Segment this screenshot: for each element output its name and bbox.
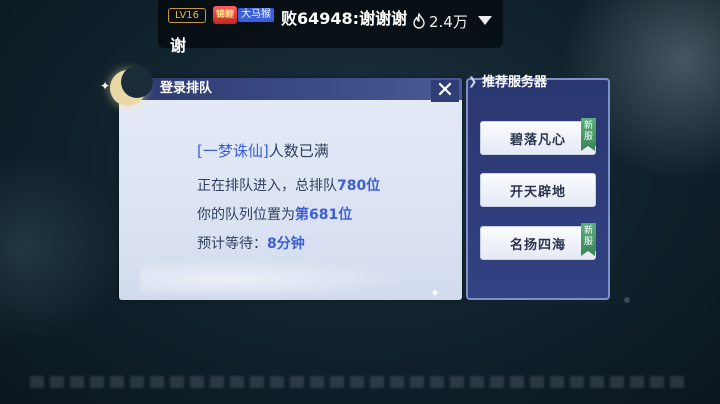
queue-total-count: 780位 <box>337 178 381 194</box>
recommended-title: 推荐服务器 <box>482 75 548 90</box>
server-button-label: 开天辟地 <box>509 184 566 200</box>
cloud-decoration <box>140 255 440 295</box>
close-x-icon: ✕ <box>435 78 455 103</box>
chat-message: 败64948:谢谢谢谢 <box>170 9 408 55</box>
close-button[interactable]: ✕ <box>431 80 459 102</box>
background-glow <box>0 150 120 350</box>
server-full-text: 人数已满 <box>268 142 329 160</box>
crescent-moon-shadow <box>121 66 153 98</box>
blurred-footer-text <box>30 376 690 388</box>
level-badge: LV16 <box>168 8 206 23</box>
new-server-tag: 新服 <box>581 223 596 256</box>
server-status-line: [一梦诛仙]人数已满 <box>197 141 329 161</box>
flame-icon <box>413 13 425 29</box>
chevron-right-icon: ❯ <box>468 75 478 88</box>
queue-wait-line: 预计等待：8分钟 <box>197 234 305 254</box>
background-dot <box>624 297 630 303</box>
queue-wait-value: 8分钟 <box>267 236 305 252</box>
triangle-down-icon[interactable] <box>478 16 492 25</box>
dialog-title: 登录排队 <box>160 81 213 96</box>
queue-wait-label: 预计等待： <box>197 236 267 252</box>
popularity-count: 2.4万 <box>413 10 468 32</box>
queue-total-label: 正在排队进入，总排队 <box>197 178 337 194</box>
queue-position-label: 你的队列位置为 <box>197 207 295 223</box>
server-button-mingyangsihai[interactable]: 名扬四海 <box>480 226 596 260</box>
server-button-label: 碧落凡心 <box>509 132 566 148</box>
server-button-label: 名扬四海 <box>509 237 566 253</box>
new-server-tag: 新服 <box>581 118 596 151</box>
queue-position-line: 你的队列位置为第681位 <box>197 205 352 225</box>
popularity-value: 2.4万 <box>429 12 468 31</box>
server-name: [一梦诛仙] <box>197 142 269 160</box>
server-button-biluofanxin[interactable]: 碧落凡心 <box>480 121 596 155</box>
sparkle-icon: ✦ <box>430 286 441 300</box>
queue-total-line: 正在排队进入，总排队780位 <box>197 176 380 196</box>
fan-emblem-logo: 锦鲤 <box>213 6 237 24</box>
fan-badge: 锦鲤 大马猴 <box>213 6 275 24</box>
queue-position-value: 第681位 <box>295 207 353 223</box>
sparkle-icon: ✦ <box>100 79 111 93</box>
server-button-kaitianpidi[interactable]: 开天辟地 <box>480 173 596 207</box>
fan-badge-name: 大马猴 <box>238 8 274 22</box>
